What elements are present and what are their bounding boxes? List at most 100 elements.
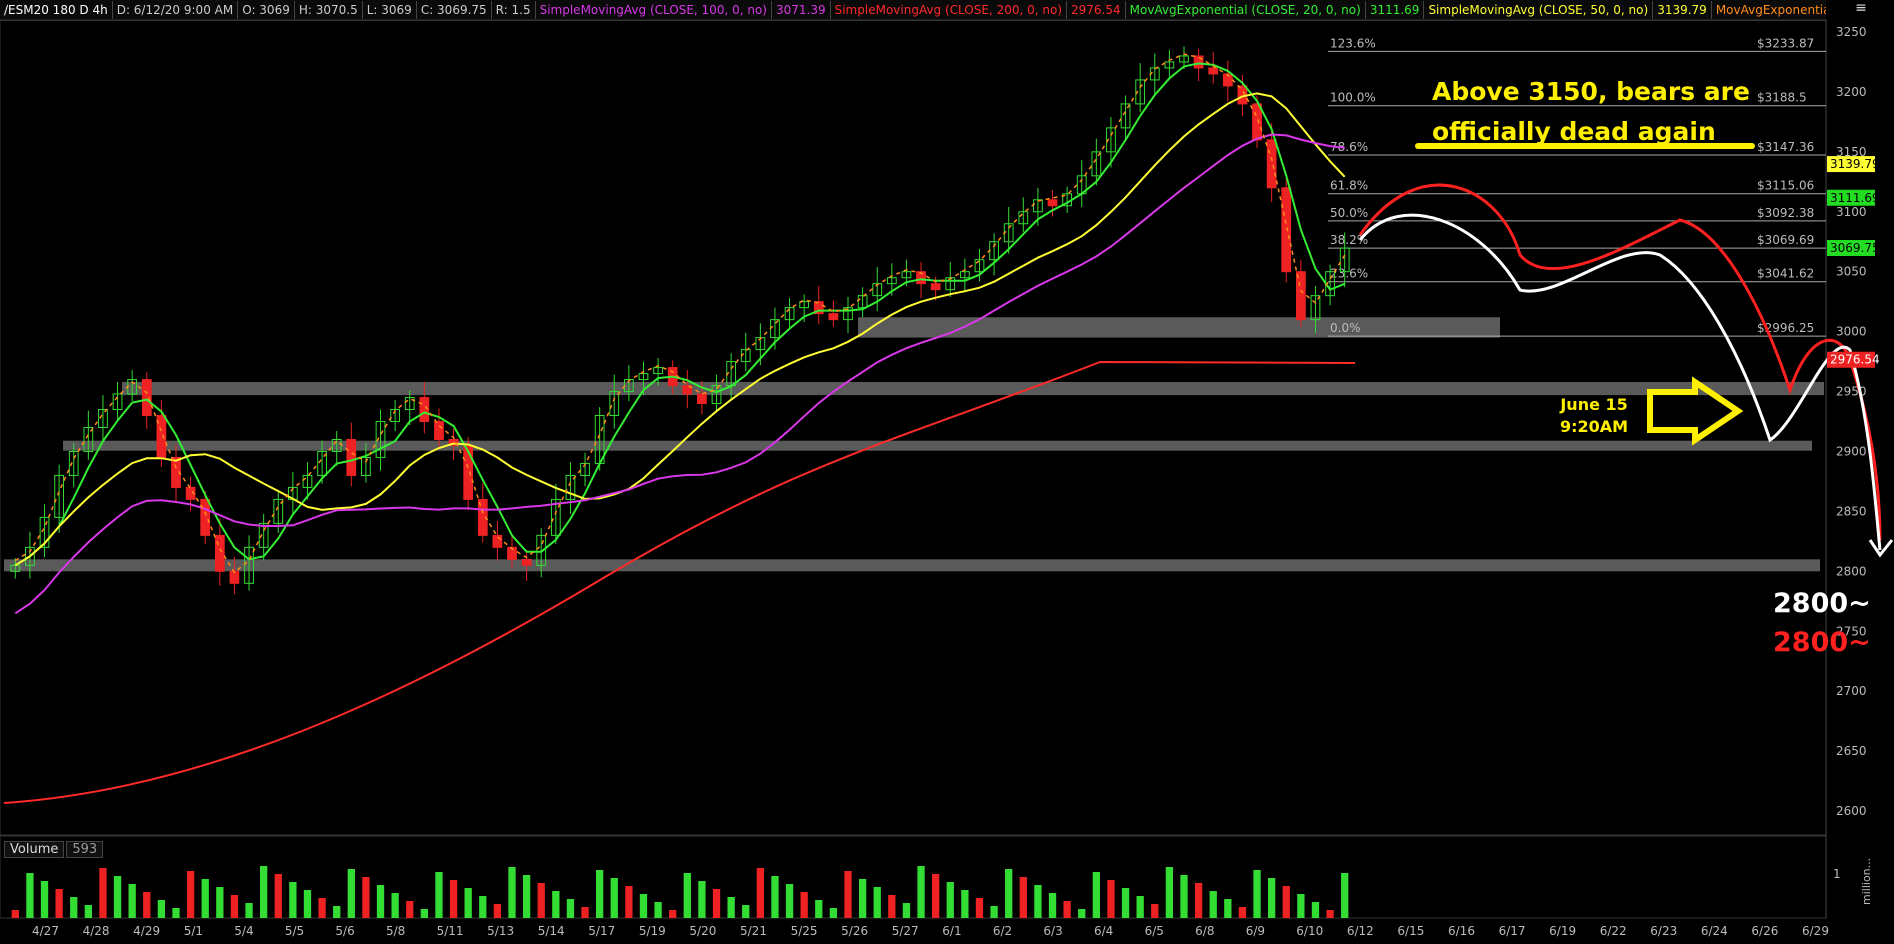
volume-scale-label: 1 (1833, 867, 1841, 881)
volume-bar (1078, 909, 1086, 918)
date-annotation: June 15 9:20AM (1560, 394, 1628, 438)
volume-bar (566, 899, 575, 918)
volume-bar (1209, 891, 1217, 918)
y-tick-label: 3200 (1836, 85, 1867, 99)
y-tick-label: 2800 (1836, 564, 1867, 578)
sma200-line (3, 360, 1356, 804)
fib-price-label: $3041.62 (1757, 267, 1814, 281)
x-tick-label: 5/11 (437, 924, 464, 938)
candle-body (434, 421, 444, 440)
x-tick-label: 5/20 (689, 924, 716, 938)
volume-bar (888, 895, 896, 918)
volume-bar (946, 882, 954, 918)
volume-bar (435, 872, 443, 918)
volume-bar (537, 883, 545, 918)
volume-bar (785, 884, 794, 918)
volume-bar (902, 903, 911, 918)
candle-body (930, 283, 941, 291)
candle-body (346, 438, 357, 476)
price-tag-label: 2976.54 (1830, 353, 1880, 367)
volume-bar (289, 882, 297, 918)
volume-bar (522, 875, 531, 918)
fib-price-label: $3069.69 (1757, 233, 1814, 247)
candle-body (1193, 55, 1204, 69)
y-tick-label: 3250 (1836, 25, 1867, 39)
target-red-label: 2800~ (1773, 627, 1871, 658)
volume-bar (84, 905, 92, 918)
candle-body (141, 379, 152, 417)
fib-percent-label: 0.0% (1330, 321, 1361, 335)
annotation-line-1: Above 3150, bears are (1432, 77, 1750, 106)
volume-bar (1326, 910, 1334, 918)
candle-body (214, 534, 225, 572)
x-tick-label: 6/2 (993, 924, 1012, 938)
price-tag-label: 3111.69 (1830, 191, 1880, 205)
fib-percent-label: 100.0% (1330, 91, 1376, 105)
volume-bar (1341, 873, 1349, 918)
x-tick-label: 5/25 (791, 924, 818, 938)
volume-bar (479, 896, 487, 918)
x-tick-label: 6/1 (942, 924, 961, 938)
volume-bar (961, 890, 969, 918)
volume-bar (274, 874, 282, 918)
volume-bar (1151, 904, 1159, 918)
x-tick-label: 6/3 (1043, 924, 1062, 938)
volume-bar (932, 874, 940, 918)
volume-bar (201, 879, 209, 918)
volume-panel-label: Volume 593 (4, 841, 105, 858)
volume-bar (1063, 901, 1071, 918)
volume-bar (581, 907, 589, 918)
volume-bar (1005, 869, 1013, 918)
volume-bar (186, 871, 195, 918)
volume-bar (727, 897, 735, 918)
volume-bar (347, 869, 355, 918)
x-tick-label: 6/23 (1650, 924, 1677, 938)
support-zone (4, 559, 1820, 572)
volume-bar (669, 910, 677, 918)
price-tag-label: 3139.79 (1830, 157, 1880, 171)
y-tick-label: 2700 (1836, 684, 1867, 698)
bears-dead-annotation: Above 3150, bears are officially dead ag… (1432, 72, 1750, 152)
x-tick-label: 6/12 (1347, 924, 1374, 938)
volume-bar (1092, 872, 1100, 918)
x-tick-label: 6/17 (1499, 924, 1526, 938)
y-tick-label: 2850 (1836, 504, 1867, 518)
y-tick-label: 2650 (1836, 744, 1867, 758)
volume-bar (1224, 899, 1232, 918)
volume-bar (1282, 886, 1290, 918)
candle-body (1281, 187, 1292, 273)
volume-bar (40, 881, 49, 918)
volume-bar (800, 892, 808, 918)
volume-bar (552, 891, 560, 918)
x-tick-label: 6/9 (1246, 924, 1265, 938)
x-tick-label: 6/24 (1701, 924, 1728, 938)
volume-unit-label: million... (1860, 858, 1873, 905)
x-tick-label: 6/26 (1751, 924, 1778, 938)
x-tick-label: 5/21 (740, 924, 767, 938)
fib-price-label: $3092.38 (1757, 206, 1814, 220)
volume-bar (756, 868, 764, 918)
volume-bar (1165, 867, 1174, 918)
date-annotation-line-1: June 15 (1560, 395, 1628, 414)
price-tag-label: 3069.75 (1830, 241, 1880, 255)
volume-bar (245, 903, 253, 918)
x-tick-label: 5/27 (892, 924, 919, 938)
x-tick-label: 4/27 (32, 924, 59, 938)
fib-price-label: $3188.5 (1757, 91, 1807, 105)
volume-bar (742, 905, 750, 918)
volume-bar (990, 906, 998, 918)
fib-price-label: $3147.36 (1757, 140, 1814, 154)
volume-bar (1238, 907, 1247, 918)
fib-price-label: $3115.06 (1757, 179, 1814, 193)
volume-bar (975, 898, 984, 918)
volume-panel-frame (0, 835, 1827, 919)
sma100-line (14, 133, 1345, 615)
x-tick-label: 5/17 (588, 924, 615, 938)
candle-body (1208, 67, 1219, 75)
x-tick-label: 5/14 (538, 924, 565, 938)
x-tick-label: 6/15 (1397, 924, 1424, 938)
date-annotation-line-2: 9:20AM (1560, 417, 1629, 436)
volume-bar (420, 909, 428, 918)
x-tick-label: 5/8 (386, 924, 405, 938)
volume-bar (1194, 883, 1203, 918)
